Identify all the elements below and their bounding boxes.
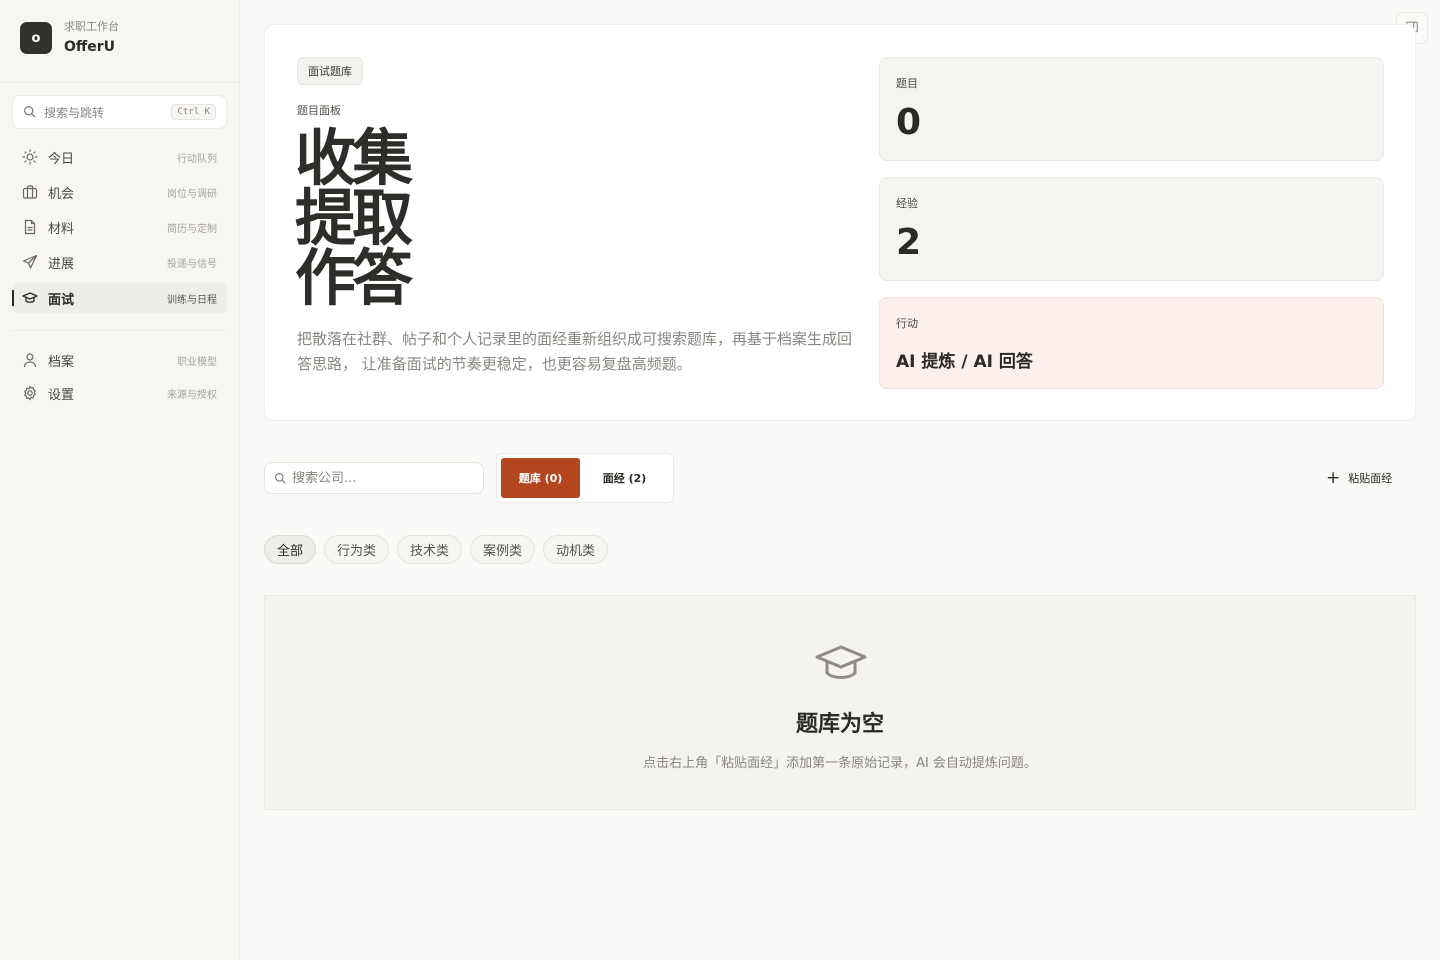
stat-label: 经验 — [896, 197, 918, 210]
brand-title: OfferU — [64, 39, 116, 55]
filter-chip-all[interactable]: 全部 — [264, 535, 317, 564]
sidebar-item-label: 档案 — [48, 354, 75, 370]
category-filters: 全部 行为类 技术类 案例类 动机类 — [264, 535, 616, 564]
brand-subtitle: 求职工作台 — [64, 20, 119, 33]
hero-description: 把散落在社群、帖子和个人记录里的面经重新组织成可搜索题库，再基于档案生成回答思路… — [297, 330, 853, 373]
sidebar-item-hint: 投递与信号 — [167, 258, 217, 270]
paste-experience-button[interactable]: + 粘贴面经 — [1326, 466, 1392, 490]
paste-experience-label: 粘贴面经 — [1348, 472, 1393, 485]
brand-logo: o — [20, 22, 52, 54]
search-shortcut: Ctrl K — [171, 104, 216, 120]
stat-value: 0 — [896, 102, 922, 143]
page-title: 收集提取作答 — [295, 123, 413, 314]
view-tabs: 题库 (0) 面经 (2) — [496, 453, 674, 503]
empty-state-description: 点击右上角「粘贴面经」添加第一条原始记录，AI 会自动提炼问题。 — [643, 756, 1037, 771]
brand[interactable]: o 求职工作台 OfferU — [20, 20, 119, 56]
filter-chip-case[interactable]: 案例类 — [470, 535, 536, 564]
filter-chip-technical[interactable]: 技术类 — [397, 535, 463, 564]
stat-label: 行动 — [896, 317, 918, 330]
sidebar-item-hint: 行动队列 — [177, 153, 217, 165]
sidebar-item-label: 进展 — [48, 256, 75, 272]
sun-icon — [22, 149, 38, 165]
gear-icon — [22, 385, 38, 401]
sidebar: o 求职工作台 OfferU 搜索与跳转 Ctrl K 今日 行动队列 机会 岗… — [0, 0, 240, 960]
empty-state: 题库为空 点击右上角「粘贴面经」添加第一条原始记录，AI 会自动提炼问题。 — [264, 595, 1416, 810]
stat-value: 2 — [896, 222, 922, 263]
sidebar-item-label: 今日 — [48, 151, 75, 167]
search-placeholder: 搜索与跳转 — [44, 105, 105, 120]
tab-question-bank[interactable]: 题库 (0) — [501, 458, 581, 498]
sidebar-item-materials[interactable]: 材料 简历与定制 — [12, 212, 227, 242]
sidebar-divider — [12, 330, 227, 331]
sidebar-item-label: 材料 — [48, 221, 75, 237]
filter-chip-motivation[interactable]: 动机类 — [543, 535, 609, 564]
sidebar-item-hint: 职业模型 — [177, 356, 217, 368]
document-icon — [22, 219, 38, 235]
sidebar-item-interview[interactable]: 面试 训练与日程 — [12, 283, 227, 313]
sidebar-item-hint: 简历与定制 — [167, 223, 217, 235]
stat-card-experiences: 经验 2 — [879, 177, 1384, 281]
plus-icon: + — [1326, 467, 1341, 488]
sidebar-item-hint: 岗位与调研 — [167, 188, 217, 200]
hero-card: 面试题库 题目面板 收集提取作答 把散落在社群、帖子和个人记录里的面经重新组织成… — [264, 24, 1416, 421]
sidebar-item-settings[interactable]: 设置 来源与授权 — [12, 378, 227, 408]
hero-kicker: 题目面板 — [297, 104, 341, 117]
sidebar-item-today[interactable]: 今日 行动队列 — [12, 142, 227, 172]
tab-experiences[interactable]: 面经 (2) — [580, 458, 669, 498]
sidebar-item-hint: 来源与授权 — [167, 389, 217, 401]
empty-state-title: 题库为空 — [795, 712, 884, 737]
sidebar-divider — [0, 82, 239, 83]
filter-chip-behavioral[interactable]: 行为类 — [324, 535, 390, 564]
graduation-cap-icon — [22, 290, 38, 306]
stat-card-questions: 题目 0 — [879, 57, 1384, 161]
hero-tag: 面试题库 — [297, 57, 363, 85]
company-search-input[interactable] — [292, 470, 472, 486]
user-icon — [22, 352, 38, 368]
sidebar-item-opportunities[interactable]: 机会 岗位与调研 — [12, 177, 227, 207]
sidebar-item-profile[interactable]: 档案 职业模型 — [12, 345, 227, 375]
graduation-cap-icon — [815, 642, 867, 686]
stat-card-actions[interactable]: 行动 AI 提炼 / AI 回答 — [879, 297, 1384, 389]
send-icon — [22, 254, 38, 270]
search-icon — [274, 469, 286, 488]
sidebar-search[interactable]: 搜索与跳转 Ctrl K — [12, 95, 227, 129]
company-search[interactable] — [264, 462, 484, 494]
search-icon — [23, 103, 36, 122]
sidebar-item-label: 面试 — [48, 292, 75, 308]
stat-action: AI 提炼 / AI 回答 — [896, 352, 1033, 372]
briefcase-icon — [22, 184, 38, 200]
stat-label: 题目 — [896, 77, 918, 90]
sidebar-item-label: 设置 — [48, 387, 75, 403]
sidebar-item-hint: 训练与日程 — [167, 294, 217, 306]
sidebar-item-progress[interactable]: 进展 投递与信号 — [12, 247, 227, 277]
sidebar-item-label: 机会 — [48, 186, 75, 202]
